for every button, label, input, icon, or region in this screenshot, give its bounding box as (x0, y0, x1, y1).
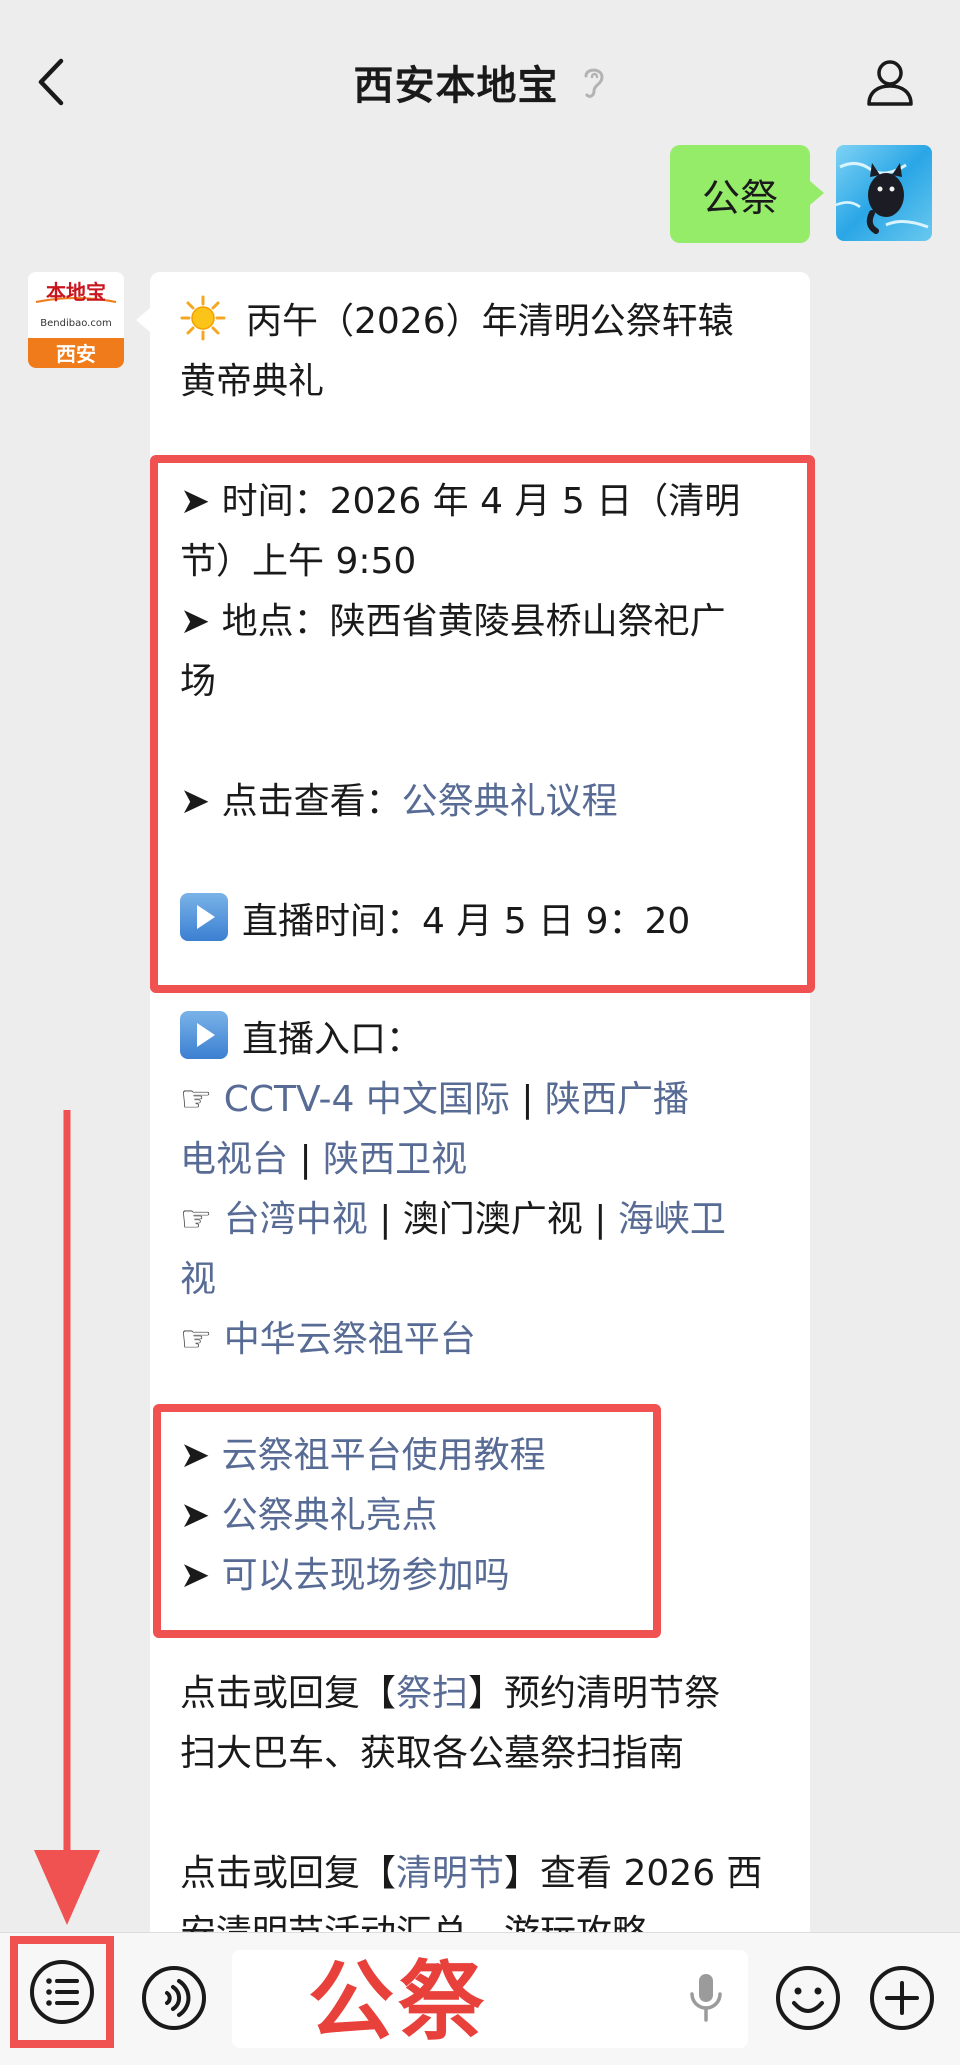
view-prefix: ➤ 点击查看： (180, 781, 402, 822)
reply-hint-1: 点击或回复【祭扫】预约清明节祭 (180, 1664, 720, 1724)
cloud-worship-link[interactable]: 中华云祭祖平台 (224, 1319, 476, 1360)
time-line-1: ➤ 时间：2026 年 4 月 5 日（清明 (180, 481, 741, 522)
input-overlay-text: 公祭 (308, 1952, 488, 2052)
channel-line-5: ☞ 中华云祭祖平台 (180, 1310, 476, 1370)
list-menu-icon (30, 1960, 94, 2024)
ctv-taiwan-link[interactable]: 台湾中视 (224, 1199, 368, 1240)
highlights-line: ➤ 公祭典礼亮点 (180, 1486, 438, 1546)
live-time-text: 直播时间：4 月 5 日 9：20 (242, 901, 691, 942)
logo-brand-text: 本地宝 (46, 280, 106, 304)
profile-button[interactable] (860, 52, 920, 112)
logo-city-text: 西安 (56, 342, 96, 366)
bendibao-logo: 本地宝 Bendibao.com 西安 (28, 272, 124, 368)
ear-icon (584, 68, 604, 98)
headline-line-1: 丙午（2026）年清明公祭轩辕 (180, 292, 734, 352)
mic-button[interactable] (682, 1970, 730, 2026)
reply1-prefix: 点击或回复【 (180, 1673, 397, 1714)
voice-input-button[interactable] (140, 1964, 208, 2032)
red-down-arrow-annotation (34, 1110, 100, 1925)
person-icon (867, 60, 913, 106)
live-entry-text: 直播入口： (242, 1019, 423, 1060)
channel-line-3: ☞ 台湾中视 | 澳门澳广视 | 海峡卫 (180, 1190, 726, 1250)
reply1-suffix: 】预约清明节祭 (468, 1673, 721, 1714)
shaanxi-tv-link[interactable]: 陕西广播 (545, 1079, 689, 1120)
pointing-hand-icon: ☞ (180, 1079, 213, 1120)
cctv4-link[interactable]: CCTV-4 中文国际 (224, 1079, 510, 1120)
separator: | (299, 1139, 312, 1180)
keyword-link-qingming[interactable]: 清明节 (396, 1853, 504, 1894)
macau-tdm-text: 澳门澳广视 (402, 1199, 583, 1240)
separator: | (379, 1199, 392, 1240)
highlights-link[interactable]: 公祭典礼亮点 (222, 1495, 438, 1536)
play-button-icon (180, 893, 228, 941)
tutorial-line: ➤ 云祭祖平台使用教程 (180, 1426, 546, 1486)
view-agenda-line: ➤ 点击查看：公祭典礼议程 (180, 772, 618, 832)
pointing-hand-icon: ☞ (180, 1319, 213, 1360)
chat-title: 西安本地宝 (353, 63, 559, 109)
channel-line-4: 视 (180, 1250, 216, 1310)
keyword-link-jisao[interactable]: 祭扫 (396, 1673, 468, 1714)
headline-text-2: 黄帝典礼 (180, 361, 325, 402)
place-line-2: 场 (180, 661, 217, 702)
bot-avatar[interactable]: 本地宝 Bendibao.com 西安 (28, 272, 124, 368)
headline-text-1: 丙午（2026）年清明公祭轩辕 (246, 301, 734, 342)
emoji-button[interactable] (774, 1964, 842, 2032)
channel-line-2: 电视台 | 陕西卫视 (180, 1130, 467, 1190)
arrow-bullet: ➤ (180, 1435, 211, 1476)
pointing-hand-icon: ☞ (180, 1199, 213, 1240)
menu-button[interactable] (10, 1936, 114, 2048)
reply-hint-2: 点击或回复【清明节】查看 2026 西 (180, 1844, 763, 1904)
title-area: 西安本地宝 (0, 50, 960, 114)
shaanxi-tv-link-cont[interactable]: 电视台 (180, 1139, 288, 1180)
user-avatar[interactable] (836, 145, 932, 241)
visit-link[interactable]: 可以去现场参加吗 (222, 1555, 510, 1596)
reply2-suffix: 】查看 2026 西 (504, 1853, 763, 1894)
voice-icon (142, 1966, 206, 2030)
play-button-icon (180, 1011, 228, 1059)
reply2-prefix: 点击或回复【 (180, 1853, 397, 1894)
sent-message-bubble[interactable]: 公祭 (670, 145, 824, 243)
arrow-bullet: ➤ (180, 1495, 211, 1536)
top-bar: 西安本地宝 (0, 0, 960, 140)
more-button[interactable] (868, 1964, 936, 2032)
place-line-1: ➤ 地点：陕西省黄陵县桥山祭祀广 (180, 601, 726, 642)
tutorial-link[interactable]: 云祭祖平台使用教程 (222, 1435, 546, 1476)
plus-icon (870, 1966, 934, 2030)
live-time-line: 直播时间：4 月 5 日 9：20 (180, 892, 690, 952)
logo-site-text: Bendibao.com (40, 318, 111, 329)
time-line-2: 节）上午 9:50 (180, 541, 417, 582)
live-entry-line: 直播入口： (180, 1010, 422, 1070)
shaanxi-satellite-link[interactable]: 陕西卫视 (323, 1139, 467, 1180)
reply-hint-1-line-2: 扫大巴车、获取各公墓祭扫指南 (180, 1733, 685, 1774)
agenda-link[interactable]: 公祭典礼议程 (402, 781, 618, 822)
sun-icon (180, 295, 226, 341)
sent-message-text: 公祭 (701, 175, 778, 220)
visit-line: ➤ 可以去现场参加吗 (180, 1546, 510, 1606)
smiley-icon (776, 1966, 840, 2030)
cat-avatar-image (836, 145, 932, 241)
separator: | (594, 1199, 607, 1240)
channel-line-1: ☞ CCTV-4 中文国际 | 陕西广播 (180, 1070, 689, 1130)
strait-tv-link-cont[interactable]: 视 (180, 1259, 216, 1300)
separator: | (521, 1079, 534, 1120)
strait-tv-link[interactable]: 海峡卫 (618, 1199, 726, 1240)
microphone-icon (690, 1974, 722, 2022)
arrow-bullet: ➤ (180, 1555, 211, 1596)
